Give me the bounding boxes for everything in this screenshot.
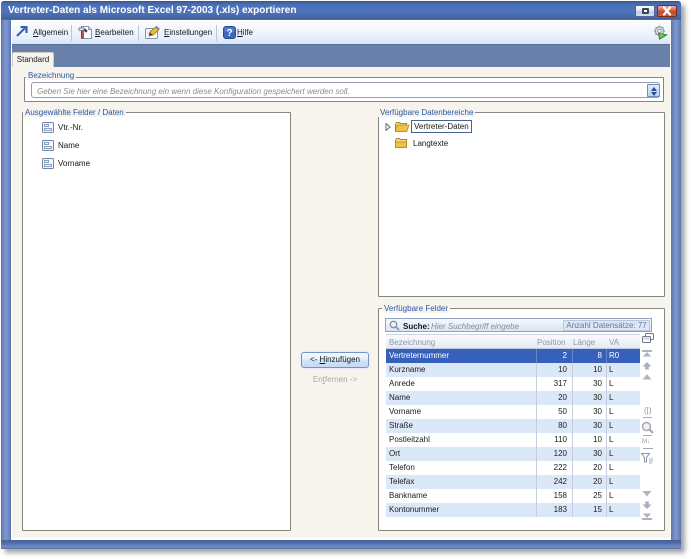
svg-text:?: ? <box>226 28 232 39</box>
